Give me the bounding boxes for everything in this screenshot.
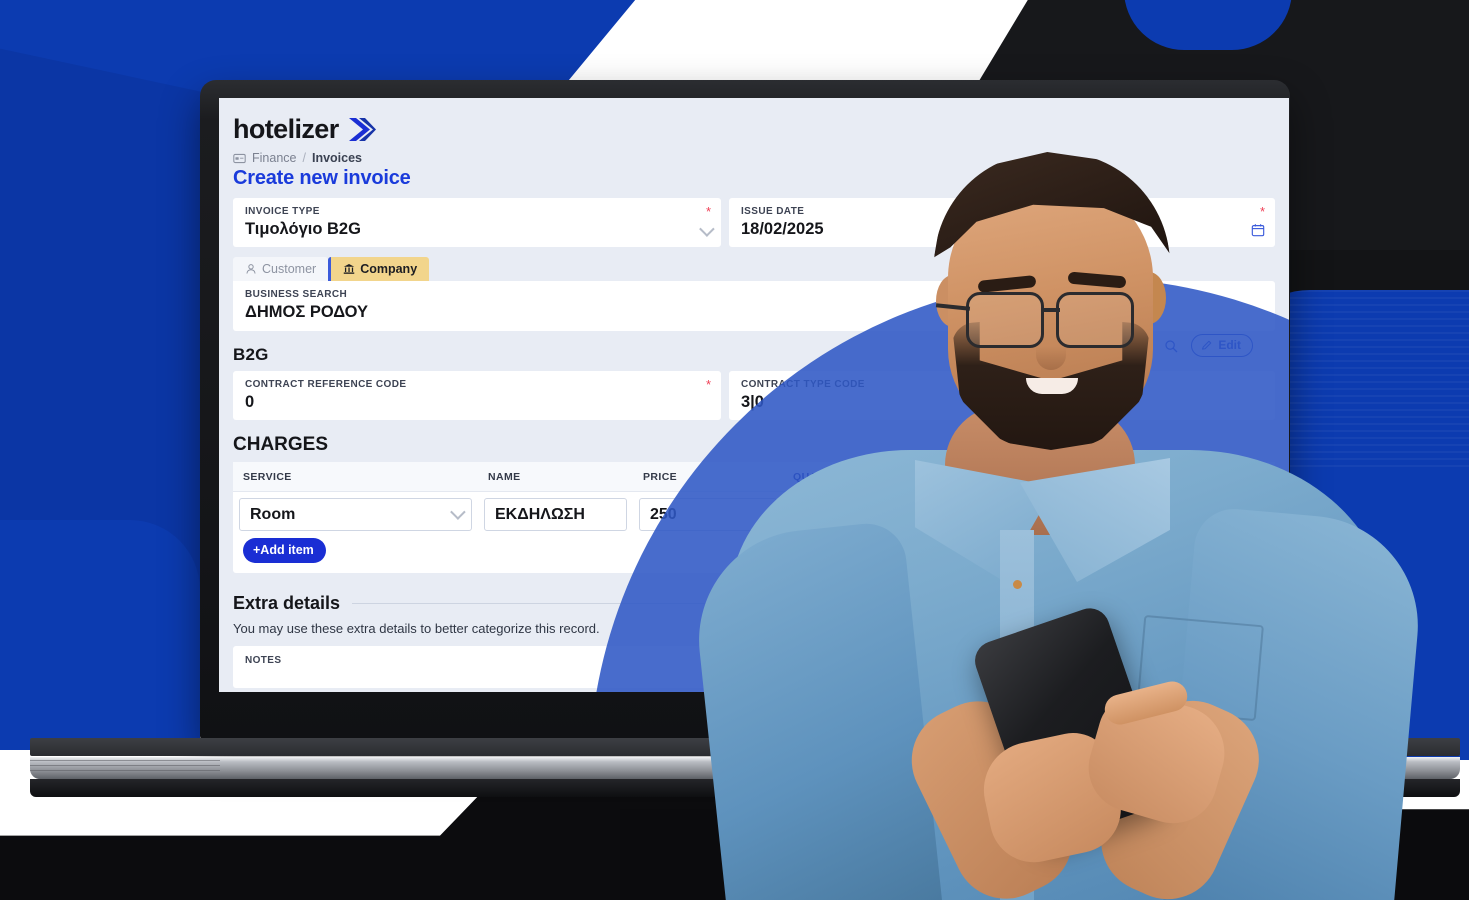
person-glasses-left-lens [966, 292, 1044, 348]
person-glasses-right-lens [1056, 292, 1134, 348]
double-chevron-icon [348, 117, 376, 141]
tab-company[interactable]: Company [328, 257, 430, 281]
person-photo [688, 60, 1427, 900]
contract-reference-code-field[interactable]: CONTRACT REFERENCE CODE 0 * [233, 371, 721, 420]
add-item-button[interactable]: +Add item [243, 538, 326, 563]
tab-company-label: Company [360, 262, 418, 276]
background-blue-shape-bottom-left [0, 520, 200, 750]
charge-price-value: 250 [650, 505, 677, 523]
bank-icon [343, 264, 355, 274]
charge-service-cell[interactable]: Room [233, 498, 478, 531]
tab-customer-label: Customer [262, 262, 317, 276]
person-icon [246, 264, 256, 274]
person-glasses-bridge [1044, 308, 1060, 312]
person-shirt-left [688, 519, 943, 900]
breadcrumb-item-invoices[interactable]: Invoices [312, 151, 362, 165]
chevron-down-icon[interactable] [450, 504, 466, 520]
breadcrumb-separator: / [302, 151, 306, 165]
person-shirt-button [1013, 580, 1022, 589]
charge-name-cell[interactable]: ΕΚΔΗΛΩΣΗ [478, 498, 633, 531]
charge-service-value: Room [250, 505, 296, 523]
person-mouth [1026, 378, 1078, 394]
tab-customer[interactable]: Customer [233, 257, 329, 281]
charge-name-input[interactable]: ΕΚΔΗΛΩΣΗ [484, 498, 627, 531]
column-header-name: NAME [488, 471, 521, 483]
extra-details-title: Extra details [233, 593, 341, 613]
breadcrumb-item-finance[interactable]: Finance [252, 151, 296, 165]
laptop-base-vents [30, 760, 220, 774]
charge-service-input[interactable]: Room [239, 498, 472, 531]
contract-reference-code-value: 0 [245, 393, 255, 411]
invoice-type-field[interactable]: INVOICE TYPE Τιμολόγιο B2G * [233, 198, 721, 247]
invoice-type-value: Τιμολόγιο B2G [245, 220, 361, 238]
logo-wordmark: hotelizer [233, 114, 339, 144]
invoice-type-label: INVOICE TYPE [245, 206, 320, 217]
contract-reference-code-label: CONTRACT REFERENCE CODE [245, 379, 407, 390]
charge-name-value: ΕΚΔΗΛΩΣΗ [495, 505, 585, 523]
screenshot-stage: hotelizer Finance / Invoices Create new … [0, 0, 1469, 900]
column-header-service: SERVICE [243, 471, 292, 483]
invoice-card-icon [233, 153, 246, 163]
